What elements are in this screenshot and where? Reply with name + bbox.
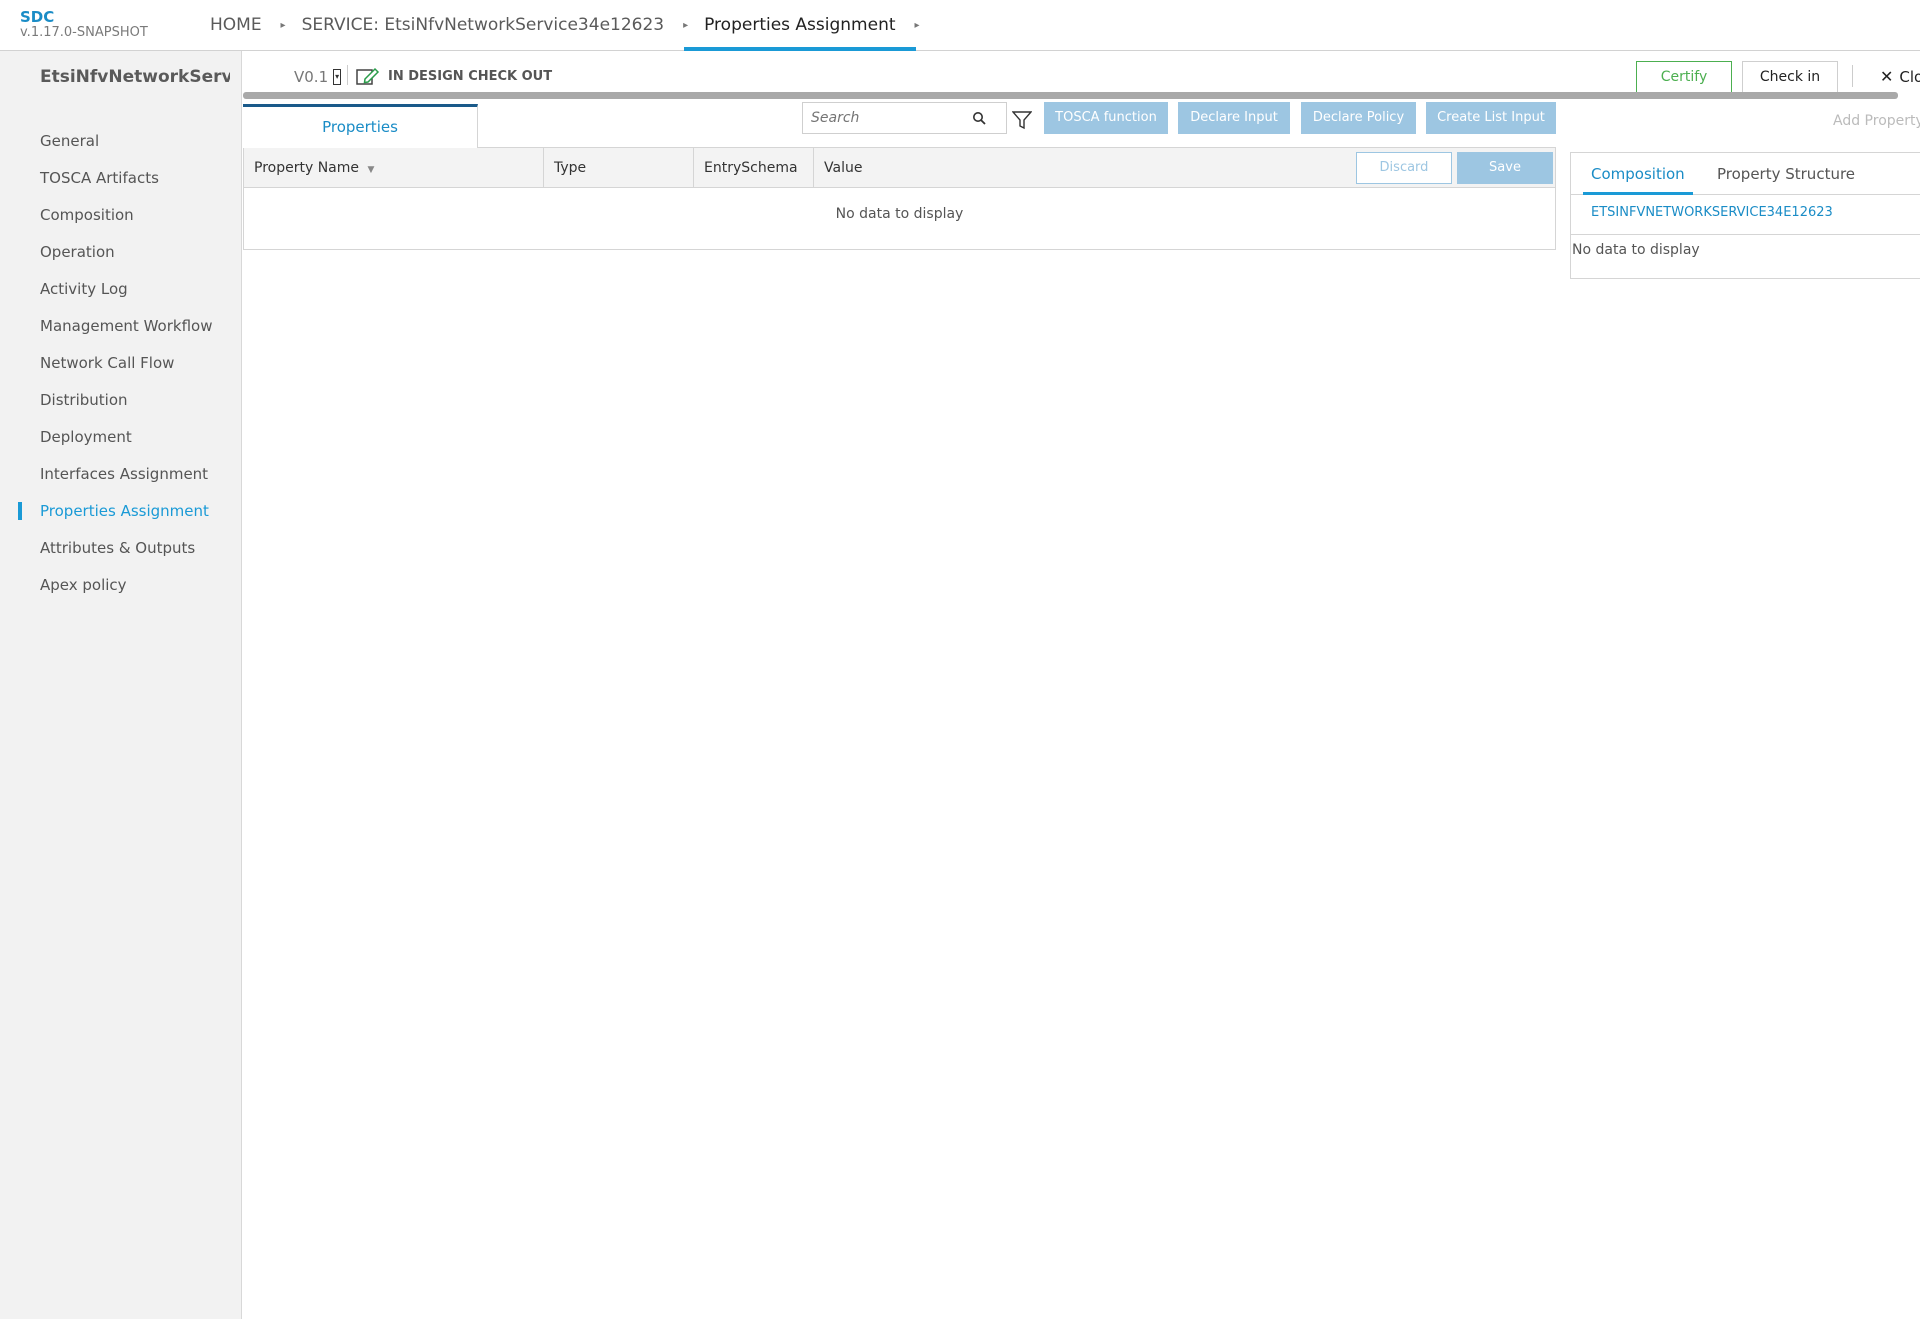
sidebar-item-management-workflow[interactable]: Management Workflow (0, 308, 242, 345)
close-button[interactable]: ✕ Clo (1880, 67, 1920, 86)
properties-table: Property Name ▼ Type EntrySchema Value D… (243, 148, 1556, 250)
add-property-button[interactable]: Add Property (1833, 113, 1920, 129)
breadcrumb-properties-assignment[interactable]: Properties Assignment ▸ (684, 0, 920, 51)
check-in-button[interactable]: Check in (1742, 61, 1838, 93)
sidebar-item-network-call-flow[interactable]: Network Call Flow (0, 345, 242, 382)
save-button[interactable]: Save (1457, 152, 1553, 184)
sort-down-icon[interactable]: ▼ (367, 165, 374, 175)
composition-node-link[interactable]: ETSINFVNETWORKSERVICE34E12623 (1591, 205, 1833, 220)
breadcrumb: HOME ▸ SERVICE: EtsiNfvNetworkService34e… (190, 0, 920, 51)
breadcrumb-current-label: Properties Assignment (704, 15, 896, 35)
sidebar-item-distribution[interactable]: Distribution (0, 382, 242, 419)
search-input[interactable] (811, 107, 971, 129)
search-icon[interactable] (972, 111, 986, 125)
tab-composition[interactable]: Composition (1583, 153, 1693, 195)
sidebar-nav: General TOSCA Artifacts Composition Oper… (0, 123, 242, 604)
status-text: IN DESIGN CHECK OUT (388, 68, 553, 84)
lifecycle-status: IN DESIGN CHECK OUT (356, 66, 552, 86)
sidebar-item-interfaces-assignment[interactable]: Interfaces Assignment (0, 456, 242, 493)
divider (1571, 234, 1920, 235)
horizontal-scrollbar[interactable] (243, 92, 1898, 99)
column-label: Property Name (254, 160, 359, 176)
divider (1852, 65, 1853, 87)
right-panel: Composition Property Structure ETSINFVNE… (1570, 152, 1920, 279)
column-header-value: Value (824, 160, 863, 176)
sidebar-item-attributes-outputs[interactable]: Attributes & Outputs (0, 530, 242, 567)
app-name: SDC (20, 8, 55, 26)
search-field[interactable] (802, 102, 1007, 134)
service-name: EtsiNfvNetworkServic... (40, 67, 230, 87)
right-panel-tabs: Composition Property Structure (1571, 153, 1920, 195)
sidebar-item-apex-policy[interactable]: Apex policy (0, 567, 242, 604)
tosca-function-button[interactable]: TOSCA function (1044, 102, 1168, 134)
workspace-header: V0.1 ▾ IN DESIGN CHECK OUT Certify Check… (242, 51, 1920, 97)
edit-icon (356, 67, 380, 85)
app-version: v.1.17.0-SNAPSHOT (20, 25, 148, 40)
certify-button[interactable]: Certify (1636, 61, 1732, 93)
sidebar-item-activity-log[interactable]: Activity Log (0, 271, 242, 308)
divider (347, 65, 348, 85)
version-label: V0.1 (294, 68, 329, 86)
discard-button[interactable]: Discard (1356, 152, 1452, 184)
column-header-type: Type (544, 148, 694, 188)
chevron-down-icon[interactable]: ▾ (333, 69, 342, 85)
sidebar-item-composition[interactable]: Composition (0, 197, 242, 234)
column-header-entry-schema: EntrySchema (694, 148, 814, 188)
version-selector[interactable]: V0.1 ▾ (294, 68, 342, 86)
tab-properties[interactable]: Properties (243, 104, 478, 148)
sidebar-item-properties-assignment[interactable]: Properties Assignment (0, 493, 242, 530)
sidebar: EtsiNfvNetworkServic... General TOSCA Ar… (0, 51, 242, 1319)
close-label: Clo (1899, 67, 1920, 86)
create-list-input-button[interactable]: Create List Input (1426, 102, 1556, 134)
table-header: Property Name ▼ Type EntrySchema Value D… (244, 148, 1555, 188)
sidebar-item-deployment[interactable]: Deployment (0, 419, 242, 456)
right-panel-empty-state: No data to display (1572, 242, 1700, 258)
declare-input-button[interactable]: Declare Input (1178, 102, 1290, 134)
caret-right-icon[interactable]: ▸ (915, 0, 920, 51)
app-logo[interactable]: SDC v.1.17.0-SNAPSHOT (20, 9, 148, 40)
sidebar-item-tosca-artifacts[interactable]: TOSCA Artifacts (0, 160, 242, 197)
column-header-property-name[interactable]: Property Name ▼ (244, 148, 544, 188)
declare-policy-button[interactable]: Declare Policy (1301, 102, 1416, 134)
sidebar-item-operation[interactable]: Operation (0, 234, 242, 271)
close-icon: ✕ (1880, 67, 1894, 86)
breadcrumb-home-label: HOME (210, 15, 262, 35)
top-bar: SDC v.1.17.0-SNAPSHOT HOME ▸ SERVICE: Et… (0, 0, 1920, 51)
empty-state: No data to display (835, 206, 964, 222)
breadcrumb-service[interactable]: SERVICE: EtsiNfvNetworkService34e12623 ▸ (282, 0, 689, 51)
sidebar-item-general[interactable]: General (0, 123, 242, 160)
filter-icon[interactable] (1012, 110, 1032, 130)
breadcrumb-home[interactable]: HOME ▸ (190, 0, 286, 51)
tab-property-structure[interactable]: Property Structure (1717, 153, 1855, 195)
breadcrumb-service-label: SERVICE: EtsiNfvNetworkService34e12623 (301, 15, 665, 35)
